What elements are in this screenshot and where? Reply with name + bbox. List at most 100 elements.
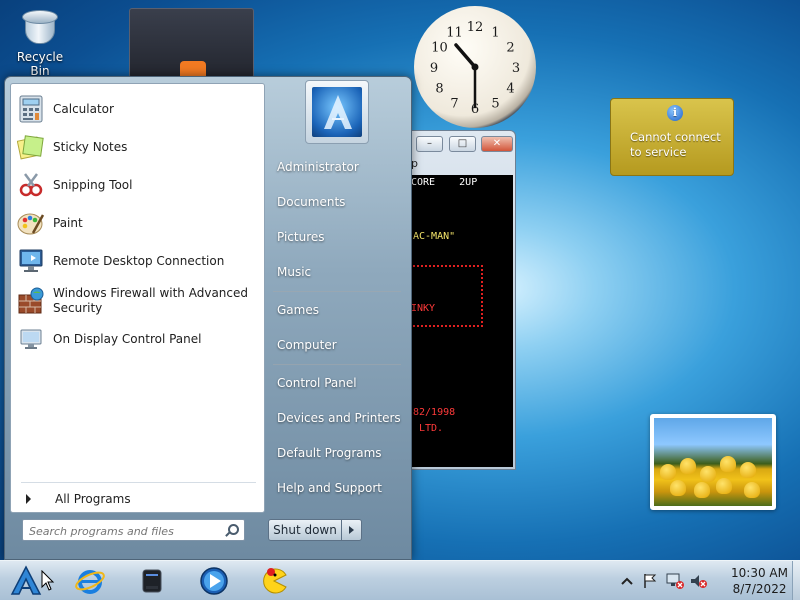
- start-item-games[interactable]: Games: [269, 295, 409, 325]
- start-item-music[interactable]: Music: [269, 257, 409, 287]
- recycle-bin-icon: [19, 6, 61, 46]
- taskbar: 10:30 AM 8/7/2022: [0, 560, 800, 600]
- volume-muted-icon[interactable]: [690, 573, 707, 589]
- program-label: Snipping Tool: [53, 177, 133, 192]
- ghost-name-text: INKY: [411, 303, 436, 314]
- program-label: Calculator: [53, 101, 114, 116]
- clock-numeral: 10: [431, 41, 448, 56]
- internet-explorer-button[interactable]: [64, 563, 116, 599]
- start-item-control-panel[interactable]: Control Panel: [269, 368, 409, 398]
- sticky-notes-icon: [15, 131, 47, 163]
- system-tray: 10:30 AM 8/7/2022: [610, 561, 800, 600]
- game-name-text: AC-MAN": [413, 231, 456, 242]
- triangle-right-icon: [26, 494, 31, 504]
- program-paint[interactable]: Paint: [15, 206, 260, 240]
- start-item-devices-and-printers[interactable]: Devices and Printers: [269, 403, 409, 433]
- start-item-documents[interactable]: Documents: [269, 187, 409, 217]
- right-pane-divider: [273, 291, 401, 292]
- clock-numeral: 8: [435, 82, 443, 97]
- search-box[interactable]: [22, 519, 245, 542]
- start-orb-icon: [10, 565, 42, 595]
- start-item-administrator[interactable]: Administrator: [269, 152, 409, 182]
- start-item-pictures[interactable]: Pictures: [269, 222, 409, 252]
- recycle-bin[interactable]: Recycle Bin: [6, 6, 74, 78]
- shutdown-options-button[interactable]: [341, 519, 362, 541]
- program-label-multiline: Windows Firewall with Advanced Security: [53, 286, 248, 316]
- search-icon[interactable]: [228, 524, 239, 535]
- paint-icon: [15, 207, 47, 239]
- right-pane-divider: [273, 364, 401, 365]
- start-item-computer[interactable]: Computer: [269, 330, 409, 360]
- show-desktop-button[interactable]: [792, 561, 800, 600]
- start-item-default-programs[interactable]: Default Programs: [269, 438, 409, 468]
- game-window[interactable]: – □ ✕ p CORE 2UP AC-MAN" INKY 82/1998 LT…: [398, 130, 516, 470]
- game-window-title: p: [411, 157, 418, 170]
- minimize-button[interactable]: –: [416, 136, 443, 152]
- clock-numeral: 12: [467, 20, 484, 35]
- alert-line-2: to service: [630, 145, 687, 159]
- maximize-button[interactable]: □: [449, 136, 476, 152]
- ghost-pen: [405, 265, 483, 327]
- clock-numeral: 7: [450, 97, 458, 112]
- show-hidden-icons-arrow[interactable]: [620, 574, 636, 590]
- shutdown-button[interactable]: Shut down: [268, 519, 342, 541]
- programs-divider: [21, 482, 256, 483]
- taskbar-time: 10:30 AM: [731, 566, 788, 580]
- start-menu-programs-pane: Calculator Sticky Notes Snipping Tool Pa…: [10, 83, 265, 513]
- clock-numeral: 2: [506, 41, 514, 56]
- remote-desktop-icon: [15, 245, 47, 277]
- service-alert-gadget[interactable]: i Cannot connect to service: [610, 98, 734, 176]
- display-control-icon: [15, 323, 47, 355]
- action-center-flag-icon[interactable]: [642, 573, 658, 589]
- all-programs-button[interactable]: All Programs: [21, 488, 131, 510]
- program-sticky-notes[interactable]: Sticky Notes: [15, 130, 260, 164]
- game-screen[interactable]: CORE 2UP AC-MAN" INKY 82/1998 LTD.: [405, 175, 513, 467]
- score-header: CORE 2UP: [411, 177, 478, 188]
- tulips-photo: [654, 418, 772, 506]
- drive-button[interactable]: [126, 563, 178, 599]
- media-player-icon: [200, 567, 228, 595]
- network-icon[interactable]: [666, 573, 684, 589]
- program-label: Security: [53, 301, 103, 315]
- ltd-text: LTD.: [419, 423, 444, 434]
- all-programs-label: All Programs: [55, 492, 131, 506]
- program-label: On Display Control Panel: [53, 331, 202, 346]
- mouse-pointer-icon: [41, 570, 55, 591]
- firewall-icon: [15, 285, 47, 317]
- recycle-bin-label: Recycle Bin: [16, 50, 64, 78]
- user-picture[interactable]: [305, 80, 369, 144]
- search-input[interactable]: [23, 521, 213, 542]
- copyright-text: 82/1998: [413, 407, 456, 418]
- taskbar-clock[interactable]: 10:30 AM 8/7/2022: [731, 565, 788, 597]
- clock-numeral: 3: [512, 61, 520, 76]
- calculator-icon: [15, 93, 47, 125]
- clock-numeral: 4: [506, 82, 514, 97]
- drive-icon: [142, 569, 162, 593]
- clock-numeral: 1: [491, 26, 499, 41]
- program-label: Windows Firewall with Advanced: [53, 286, 248, 300]
- alert-line-1: Cannot connect: [630, 130, 721, 144]
- clock-numeral: 9: [430, 61, 438, 76]
- program-label: Sticky Notes: [53, 139, 128, 154]
- user-avatar: [312, 87, 362, 137]
- clock-gadget[interactable]: 12 1 2 3 4 5 6 7 8 9 10 11: [414, 6, 536, 128]
- start-menu[interactable]: Calculator Sticky Notes Snipping Tool Pa…: [4, 76, 412, 560]
- program-label: Remote Desktop Connection: [53, 253, 225, 268]
- ms-pacman-button[interactable]: [248, 563, 300, 599]
- program-windows-firewall[interactable]: Windows Firewall with Advanced Security: [15, 282, 260, 320]
- program-calculator[interactable]: Calculator: [15, 92, 260, 126]
- program-remote-desktop[interactable]: Remote Desktop Connection: [15, 244, 260, 278]
- slideshow-gadget[interactable]: [650, 414, 776, 510]
- info-icon: i: [667, 105, 683, 121]
- game-window-titlebar[interactable]: – □ ✕: [399, 131, 515, 153]
- internet-explorer-icon: [75, 570, 105, 594]
- snipping-tool-icon: [15, 169, 47, 201]
- program-on-display-control-panel[interactable]: On Display Control Panel: [15, 322, 260, 356]
- program-label: Paint: [53, 215, 83, 230]
- feed-headlines-gadget[interactable]: [129, 8, 254, 81]
- start-item-help-and-support[interactable]: Help and Support: [269, 473, 409, 503]
- ms-pacman-icon: [263, 568, 287, 594]
- close-button[interactable]: ✕: [481, 136, 513, 152]
- program-snipping-tool[interactable]: Snipping Tool: [15, 168, 260, 202]
- media-player-button[interactable]: [188, 563, 240, 599]
